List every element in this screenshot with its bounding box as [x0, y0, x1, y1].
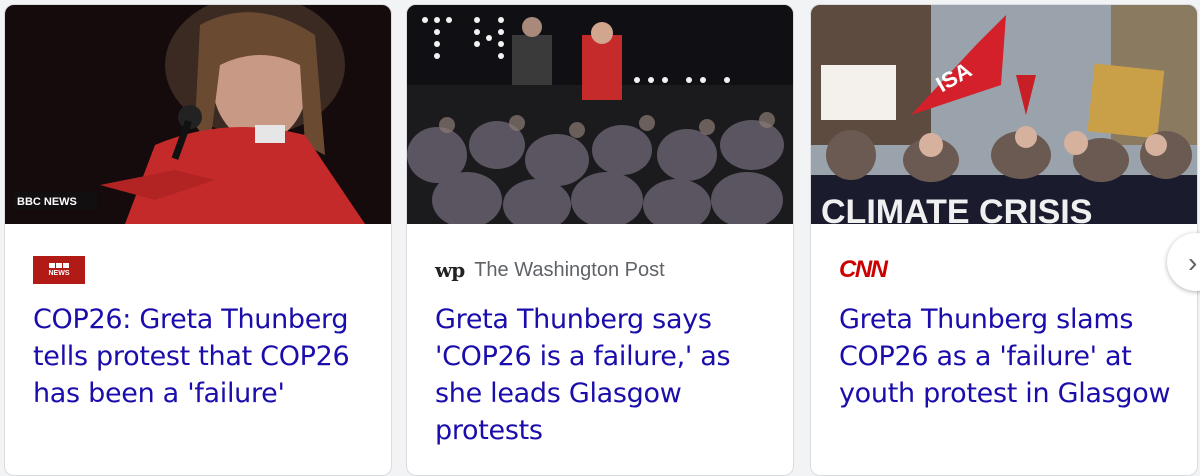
news-source-name: The Washington Post [474, 258, 665, 281]
bbc-news-watermark: BBC NEWS [17, 196, 77, 208]
washington-post-logo: wp [435, 258, 465, 282]
news-thumbnail[interactable] [407, 5, 793, 224]
chevron-right-icon: › [1188, 247, 1198, 278]
news-card-bbc[interactable]: BBC NEWS NEWS COP26: Greta Thunberg tell… [4, 4, 392, 476]
news-headline[interactable]: Greta Thunberg says 'COP26 is a failure,… [435, 301, 775, 449]
bbc-news-logo: NEWS [33, 256, 85, 284]
news-source: CNN [839, 255, 888, 285]
svg-text:CLIMATE CRISIS: CLIMATE CRISIS [821, 193, 1092, 224]
news-thumbnail[interactable]: ISA CLIMATE CRISIS [811, 5, 1197, 224]
cnn-logo: CNN [839, 256, 888, 283]
news-headline[interactable]: COP26: Greta Thunberg tells protest that… [33, 301, 373, 412]
news-thumbnail[interactable]: BBC NEWS [5, 5, 391, 224]
news-source: wp The Washington Post [435, 255, 665, 285]
news-headline[interactable]: Greta Thunberg slams COP26 as a 'failure… [839, 301, 1179, 412]
news-source: NEWS [33, 255, 85, 285]
news-card-washington-post[interactable]: wp The Washington Post Greta Thunberg sa… [406, 4, 794, 476]
news-card-cnn[interactable]: ISA CLIMATE CRISIS CNN Greta Thunberg sl… [810, 4, 1198, 476]
